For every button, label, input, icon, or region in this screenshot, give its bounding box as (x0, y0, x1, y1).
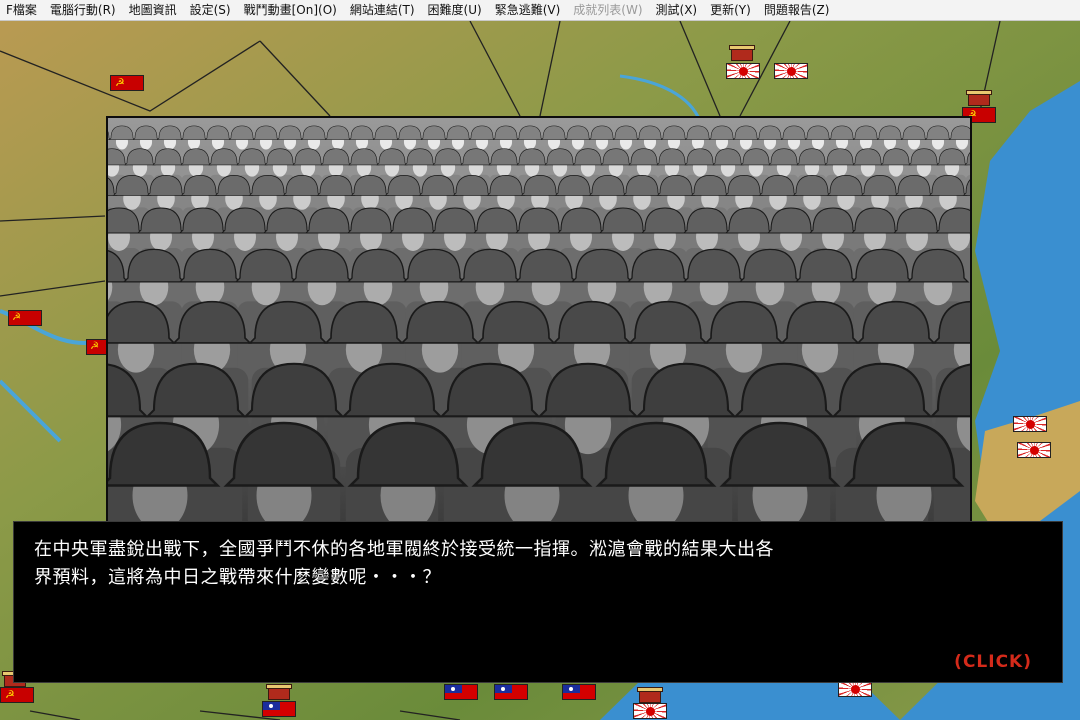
city-building-icon (637, 687, 663, 703)
menu-item[interactable]: 成就列表(W) (567, 0, 649, 20)
menu-item[interactable]: 地圖資訊 (123, 0, 184, 20)
menu-item[interactable]: 網站連結(T) (344, 0, 422, 20)
event-photo (106, 116, 972, 526)
city-building-icon (729, 45, 755, 61)
japan-flag-marker[interactable] (838, 681, 872, 697)
menu-item[interactable]: 緊急逃難(V) (489, 0, 568, 20)
event-message-line-1: 在中央軍盡銳出戰下，全國爭鬥不休的各地軍閥終於接受統一指揮。淞滬會戰的結果大出各 (34, 539, 774, 560)
roc-flag-marker[interactable] (444, 684, 478, 700)
event-message: 在中央軍盡銳出戰下，全國爭鬥不休的各地軍閥終於接受統一指揮。淞滬會戰的結果大出各… (34, 536, 1034, 592)
soldiers-photo-image (108, 118, 970, 524)
japan-flag-marker[interactable] (633, 703, 667, 719)
menu-item[interactable]: 設定(S) (184, 0, 238, 20)
ccp-flag-marker[interactable]: ☭ (8, 310, 42, 326)
japan-flag-marker[interactable] (1017, 442, 1051, 458)
city-building-icon (966, 90, 992, 106)
menu-item[interactable]: 電腦行動(R) (44, 0, 123, 20)
menu-bar: F檔案 電腦行動(R) 地圖資訊 設定(S) 戰鬥動畫[On](O) 網站連結(T) 困難度… (0, 0, 1080, 21)
event-message-line-2: 界預料，這將為中日之戰帶來什麼變數呢・・・？ (34, 567, 441, 588)
roc-flag-marker[interactable] (562, 684, 596, 700)
soviet-flag-marker[interactable]: ☭ (110, 75, 144, 91)
roc-flag-marker[interactable] (262, 701, 296, 717)
click-continue-button[interactable]: (CLICK) (954, 652, 1032, 672)
menu-item[interactable]: 戰鬥動畫[On](O) (238, 0, 344, 20)
menu-item[interactable]: 困難度(U) (422, 0, 489, 20)
roc-flag-marker[interactable] (494, 684, 528, 700)
soviet-flag-marker[interactable]: ☭ (0, 687, 34, 703)
menu-item[interactable]: F檔案 (0, 0, 44, 20)
ccp-flag-marker[interactable]: ☭ (86, 339, 108, 355)
event-dialog[interactable]: 在中央軍盡銳出戰下，全國爭鬥不休的各地軍閥終於接受統一指揮。淞滬會戰的結果大出各… (13, 521, 1063, 683)
japan-flag-marker[interactable] (726, 63, 760, 79)
menu-item[interactable]: 測試(X) (650, 0, 705, 20)
menu-item[interactable]: 更新(Y) (704, 0, 758, 20)
japan-flag-marker[interactable] (1013, 416, 1047, 432)
menu-item[interactable]: 問題報告(Z) (758, 0, 837, 20)
city-building-icon (266, 684, 292, 700)
japan-flag-marker[interactable] (774, 63, 808, 79)
